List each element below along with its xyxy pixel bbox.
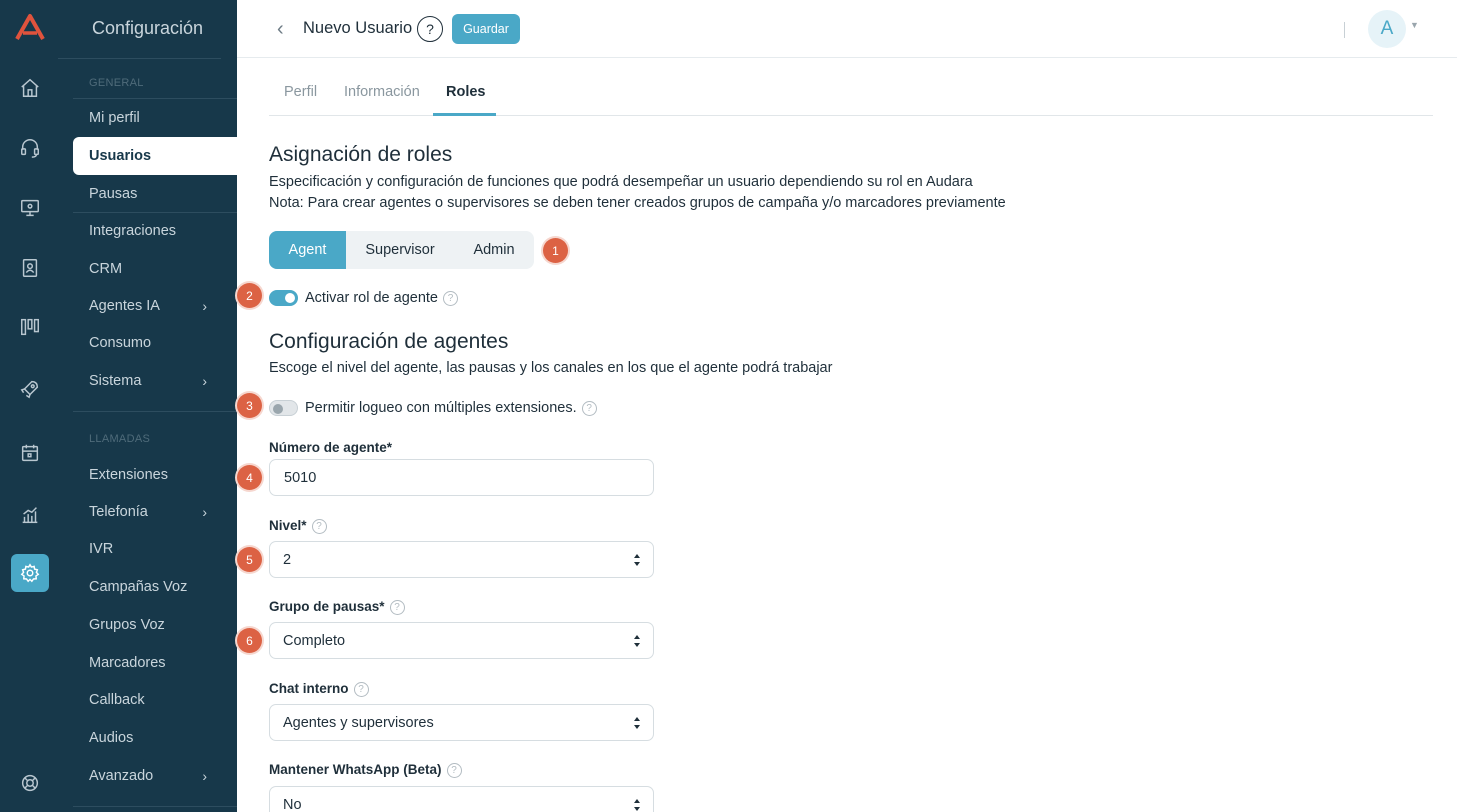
home-icon[interactable] xyxy=(11,69,49,107)
pause-group-label: Grupo de pausas*? xyxy=(269,599,405,615)
page-title: Nuevo Usuario xyxy=(303,19,413,37)
activate-agent-toggle[interactable] xyxy=(269,290,298,306)
settings-menu: Configuración GENERAL Mi perfil Usuarios… xyxy=(58,0,237,812)
internal-chat-select[interactable]: Agentes y supervisores xyxy=(269,704,654,741)
contacts-book-icon[interactable] xyxy=(11,249,49,287)
role-selector: Agent Supervisor Admin xyxy=(269,231,534,269)
step-badge: 1 xyxy=(543,238,568,263)
headset-icon[interactable] xyxy=(11,129,49,167)
menu-item-telefonia[interactable]: Telefonía › xyxy=(73,493,237,531)
support-icon[interactable] xyxy=(11,764,49,802)
agents-section-title: Configuración de agentes xyxy=(269,330,509,353)
multi-login-toggle[interactable] xyxy=(269,400,298,416)
menu-item-ivr[interactable]: IVR xyxy=(73,530,237,568)
menu-item-callback[interactable]: Callback xyxy=(73,681,237,719)
roles-section-title: Asignación de roles xyxy=(269,143,453,166)
kanban-icon[interactable] xyxy=(11,308,49,346)
chevron-right-icon: › xyxy=(202,373,207,389)
activate-agent-label: Activar rol de agente? xyxy=(305,290,458,306)
step-badge: 4 xyxy=(237,465,262,490)
pause-group-select[interactable]: Completo xyxy=(269,622,654,659)
menu-item-consumo[interactable]: Consumo xyxy=(73,324,237,362)
whatsapp-label: Mantener WhatsApp (Beta)? xyxy=(269,762,462,778)
menu-divider xyxy=(73,806,237,807)
agents-section-description: Escoge el nivel del agente, las pausas y… xyxy=(269,360,833,376)
step-badge: 3 xyxy=(237,393,262,418)
menu-item-campanas-voz[interactable]: Campañas Voz xyxy=(73,568,237,606)
caret-down-icon[interactable]: ▼ xyxy=(1410,20,1419,30)
help-circle-icon[interactable]: ? xyxy=(446,762,462,778)
menu-item-agentes-ia[interactable]: Agentes IA › xyxy=(73,287,237,325)
menu-item-grupos-voz[interactable]: Grupos Voz xyxy=(73,606,237,644)
help-circle-icon[interactable]: ? xyxy=(389,599,405,615)
menu-title: Configuración xyxy=(92,18,204,38)
select-arrows-icon xyxy=(634,717,640,729)
role-supervisor-button[interactable]: Supervisor xyxy=(346,231,454,269)
whatsapp-select[interactable]: No xyxy=(269,786,654,812)
header-divider xyxy=(1344,22,1345,38)
active-tab-indicator xyxy=(433,113,496,116)
menu-section-general: GENERAL xyxy=(89,77,144,89)
help-button[interactable]: ? xyxy=(417,16,443,42)
page-header: ‹ Nuevo Usuario ? Guardar A ▼ xyxy=(237,0,1457,58)
role-agent-button[interactable]: Agent xyxy=(269,231,346,269)
select-arrows-icon xyxy=(634,799,640,811)
audara-logo-icon[interactable] xyxy=(14,12,46,44)
internal-chat-label: Chat interno? xyxy=(269,681,369,697)
tab-perfil[interactable]: Perfil xyxy=(284,84,317,100)
help-circle-icon[interactable]: ? xyxy=(443,290,458,306)
help-circle-icon[interactable]: ? xyxy=(311,518,327,534)
tab-roles[interactable]: Roles xyxy=(446,84,486,100)
menu-item-avanzado[interactable]: Avanzado › xyxy=(73,757,237,795)
chevron-right-icon: › xyxy=(202,504,207,520)
tab-informacion[interactable]: Información xyxy=(344,84,420,100)
menu-item-pausas[interactable]: Pausas xyxy=(73,175,237,213)
help-circle-icon[interactable]: ? xyxy=(353,681,369,697)
icon-rail xyxy=(0,0,58,812)
roles-section-description: Especificación y configuración de funcio… xyxy=(269,174,973,190)
menu-item-crm[interactable]: CRM xyxy=(73,250,237,288)
menu-item-usuarios[interactable]: Usuarios xyxy=(73,137,237,175)
tabs-bar: Perfil Información Roles xyxy=(269,78,1433,116)
menu-divider xyxy=(73,411,237,412)
chevron-right-icon: › xyxy=(202,768,207,784)
roles-section-note: Nota: Para crear agentes o supervisores … xyxy=(269,195,1006,211)
agent-number-label: Número de agente* xyxy=(269,440,393,455)
menu-item-mi-perfil[interactable]: Mi perfil xyxy=(73,99,237,137)
step-badge: 6 xyxy=(237,628,262,653)
calendar-icon[interactable] xyxy=(11,434,49,472)
select-arrows-icon xyxy=(634,554,640,566)
role-admin-button[interactable]: Admin xyxy=(454,231,534,269)
level-label: Nivel*? xyxy=(269,518,327,534)
save-button[interactable]: Guardar xyxy=(452,14,520,44)
menu-divider xyxy=(58,58,221,59)
level-select[interactable]: 2 xyxy=(269,541,654,578)
settings-icon[interactable] xyxy=(11,554,49,592)
menu-section-llamadas: LLAMADAS xyxy=(89,433,151,445)
avatar[interactable]: A xyxy=(1368,10,1406,48)
step-badge: 2 xyxy=(237,283,262,308)
help-circle-icon[interactable]: ? xyxy=(581,400,597,416)
menu-item-audios[interactable]: Audios xyxy=(73,719,237,757)
multi-login-label: Permitir logueo con múltiples extensione… xyxy=(305,400,597,416)
menu-item-integraciones[interactable]: Integraciones xyxy=(73,212,237,250)
menu-item-marcadores[interactable]: Marcadores xyxy=(73,644,237,682)
analytics-icon[interactable] xyxy=(11,496,49,534)
chevron-right-icon: › xyxy=(202,298,207,314)
rocket-icon[interactable] xyxy=(11,370,49,408)
step-badge: 5 xyxy=(237,547,262,572)
menu-item-extensiones[interactable]: Extensiones xyxy=(73,456,237,494)
monitor-icon[interactable] xyxy=(11,189,49,227)
select-arrows-icon xyxy=(634,635,640,647)
menu-item-sistema[interactable]: Sistema › xyxy=(73,362,237,400)
agent-number-field[interactable]: 5010 xyxy=(269,459,654,496)
back-arrow-icon[interactable]: ‹ xyxy=(277,18,293,40)
